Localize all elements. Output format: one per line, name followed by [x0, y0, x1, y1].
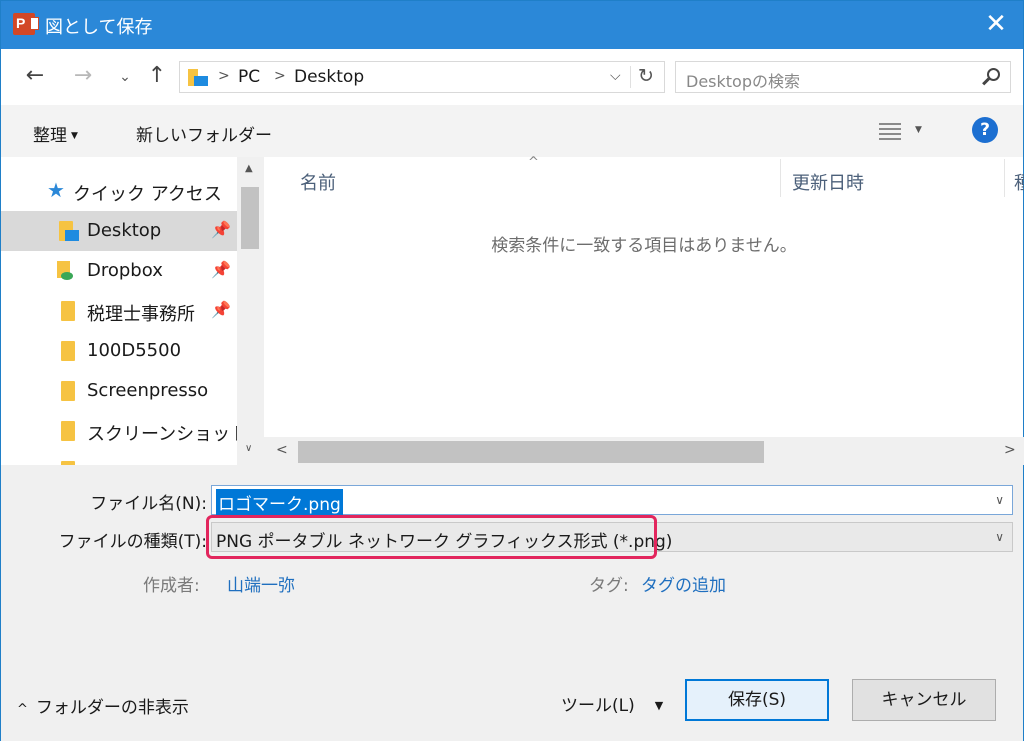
filetype-highlight-annotation — [206, 515, 657, 559]
search-icon[interactable] — [982, 68, 1002, 88]
recent-locations-chevron-icon[interactable]: ⌄ — [111, 69, 139, 85]
pin-icon: 📌 — [211, 260, 231, 279]
breadcrumb-separator-icon: > — [274, 68, 286, 84]
column-header-type[interactable]: 種 — [1014, 169, 1024, 195]
folder-icon — [61, 381, 75, 401]
tools-menu-button[interactable]: ツール(L) ▼ — [561, 691, 663, 716]
scrollbar-thumb[interactable] — [241, 187, 259, 249]
file-list-pane: ^ 名前 更新日時 種 検索条件に一致する項目はありません。 < > — [263, 155, 1024, 465]
view-details-icon[interactable] — [879, 122, 901, 140]
organize-label: 整理 — [33, 126, 67, 146]
filename-label: ファイル名(N): — [90, 494, 207, 514]
breadcrumb-separator-icon: > — [218, 68, 230, 84]
chevron-up-icon: ^ — [17, 702, 28, 717]
scroll-right-icon[interactable]: > — [1004, 442, 1016, 458]
folder-icon — [61, 301, 75, 321]
sidebar-item-label: 税理士事務所 — [87, 304, 195, 325]
sidebar-item-desktop[interactable]: Desktop 📌 — [1, 211, 237, 251]
sidebar-item-label: クイック アクセス — [73, 184, 222, 205]
title-bar: P 図として保存 ✕ — [1, 1, 1023, 49]
scroll-down-icon[interactable]: ∨ — [245, 443, 252, 454]
breadcrumb-desktop[interactable]: Desktop — [294, 67, 364, 87]
sidebar-item-screenshots[interactable]: スクリーンショット — [1, 411, 248, 451]
navigation-bar: ← → ⌄ ↑ > PC > Desktop ⌵ ↻ Desktopの検索 — [1, 49, 1023, 105]
sidebar-item-partial[interactable] — [1, 451, 237, 465]
chevron-down-icon[interactable]: ∨ — [995, 530, 1004, 544]
filename-field[interactable]: ロゴマーク.png ∨ — [211, 485, 1013, 516]
column-divider[interactable] — [1004, 159, 1005, 197]
powerpoint-icon: P — [13, 13, 39, 35]
scrollbar-thumb[interactable] — [298, 441, 764, 463]
author-label: 作成者: — [143, 576, 200, 596]
refresh-icon[interactable]: ↻ — [638, 65, 654, 87]
column-header-date-modified[interactable]: 更新日時 — [792, 169, 864, 213]
up-arrow-icon[interactable]: ↑ — [143, 63, 171, 88]
address-divider — [630, 66, 631, 88]
author-value[interactable]: 山端一弥 — [227, 571, 295, 596]
desktop-folder-icon — [188, 69, 208, 86]
forward-arrow-icon[interactable]: → — [69, 63, 97, 88]
filetype-label: ファイルの種類(T): — [58, 532, 207, 552]
sidebar-item-label: 100D5500 — [87, 340, 182, 361]
new-folder-button[interactable]: 新しいフォルダー — [136, 121, 272, 146]
hide-folders-label: フォルダーの非表示 — [35, 698, 189, 718]
pin-icon: 📌 — [211, 220, 231, 239]
command-bar: 整理 ▼ 新しいフォルダー ▼ — [1, 105, 1023, 157]
dropbox-folder-icon — [57, 261, 77, 281]
pin-icon: 📌 — [211, 300, 231, 319]
hide-folders-toggle[interactable]: ^ フォルダーの非表示 — [17, 693, 189, 718]
nav-pane-scrollbar[interactable]: ▲ ∨ — [237, 157, 263, 465]
organize-caret-icon: ▼ — [71, 131, 78, 141]
sort-ascending-icon: ^ — [528, 155, 539, 170]
sidebar-item-label: スクリーンショット — [87, 424, 249, 445]
back-arrow-icon[interactable]: ← — [21, 63, 49, 88]
chevron-down-icon[interactable]: ∨ — [995, 493, 1004, 507]
empty-folder-message: 検索条件に一致する項目はありません。 — [491, 236, 797, 256]
organize-menu-button[interactable]: 整理 ▼ — [33, 121, 78, 146]
sidebar-item-dropbox[interactable]: Dropbox 📌 — [1, 251, 237, 291]
folder-icon — [61, 421, 75, 441]
cancel-button[interactable]: キャンセル — [852, 679, 996, 721]
sidebar-item-label: Desktop — [87, 220, 162, 241]
add-tag-link[interactable]: タグの追加 — [641, 571, 726, 596]
address-bar[interactable]: > PC > Desktop ⌵ ↻ — [179, 61, 665, 93]
sidebar-item-label: Screenpresso — [87, 380, 209, 401]
window-title: 図として保存 — [45, 17, 153, 38]
scroll-up-icon[interactable]: ▲ — [245, 163, 253, 174]
app-icon-letter: P — [16, 15, 26, 31]
folder-icon — [61, 341, 75, 361]
navigation-pane: ★ クイック アクセス Desktop 📌 Dropbox 📌 税理士事務所 📌… — [1, 157, 263, 465]
search-input[interactable]: Desktopの検索 — [675, 61, 1011, 93]
horizontal-scrollbar[interactable]: < > — [264, 437, 1024, 465]
view-options-caret-icon[interactable]: ▼ — [915, 125, 922, 135]
tools-label: ツール(L) — [561, 696, 635, 716]
sidebar-item-label: Dropbox — [87, 260, 163, 281]
sidebar-item-100d5500[interactable]: 100D5500 — [1, 331, 237, 371]
column-divider[interactable] — [780, 159, 781, 197]
star-icon: ★ — [47, 178, 65, 202]
filename-value[interactable]: ロゴマーク.png — [216, 489, 343, 516]
close-button[interactable]: ✕ — [981, 9, 1011, 39]
breadcrumb-pc[interactable]: PC — [238, 67, 260, 87]
save-options-panel: ファイル名(N): ロゴマーク.png ∨ ファイルの種類(T): PNG ポー… — [1, 465, 1023, 741]
address-dropdown-icon[interactable]: ⌵ — [610, 68, 621, 84]
help-icon[interactable]: ? — [972, 117, 998, 143]
sidebar-item-quick-access[interactable]: ★ クイック アクセス — [1, 171, 237, 211]
search-placeholder: Desktopの検索 — [686, 72, 800, 91]
column-header-name[interactable]: 名前 — [300, 169, 336, 213]
tag-label: タグ: — [589, 576, 629, 596]
sidebar-item-screenpresso[interactable]: Screenpresso — [1, 371, 237, 411]
scroll-left-icon[interactable]: < — [276, 442, 288, 458]
desktop-folder-icon — [59, 221, 79, 241]
save-as-picture-dialog: P 図として保存 ✕ ← → ⌄ ↑ > PC > Desktop ⌵ ↻ De… — [0, 0, 1024, 741]
sidebar-item-tax-office[interactable]: 税理士事務所 📌 — [1, 291, 237, 331]
save-button[interactable]: 保存(S) — [685, 679, 829, 721]
tools-caret-icon: ▼ — [654, 699, 664, 712]
